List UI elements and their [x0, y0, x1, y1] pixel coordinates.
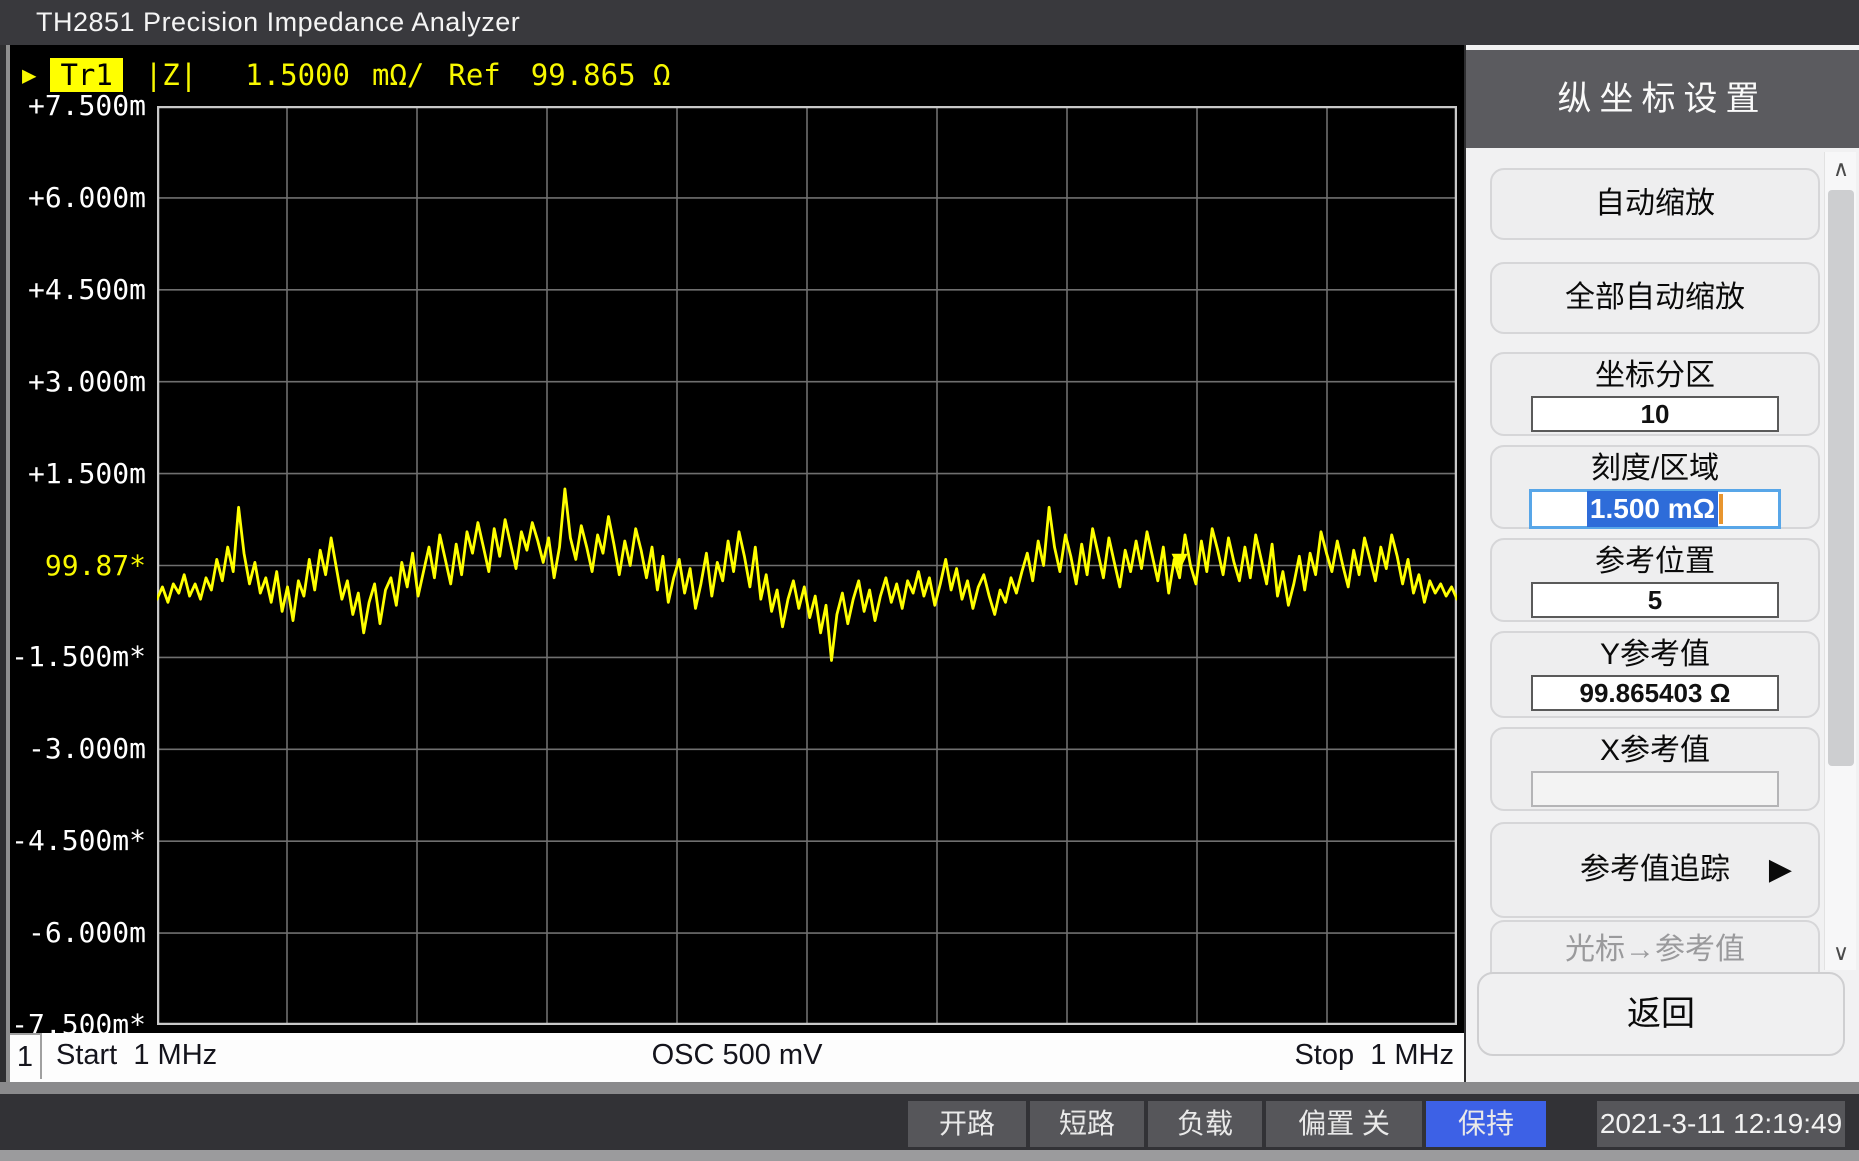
trace-parameter-label[interactable]: |Z|: [145, 58, 197, 92]
open-circuit-button[interactable]: 开路: [908, 1101, 1026, 1147]
trace-info-bar: ▶ Tr1 |Z| 1.5000 mΩ/ Ref 99.865 Ω: [22, 57, 670, 93]
divisions-group: 坐标分区 10: [1490, 352, 1820, 436]
autoscale-button[interactable]: 自动缩放: [1490, 168, 1820, 240]
status-bar: 开路短路负载偏置 关保持 2021-3-11 12:19:49: [0, 1094, 1859, 1150]
y-reference-label: Y参考值: [1492, 638, 1818, 672]
x-reference-input[interactable]: [1531, 771, 1779, 807]
scale-per-division-group: 刻度/区域 1.500 mΩ: [1490, 445, 1820, 529]
y-axis-tick-label: +6.000m: [8, 183, 146, 213]
trace-scale-value: 1.5000: [245, 58, 350, 92]
x-axis-bar: 1 Start 1 MHz OSC 500 mV Stop 1 MHz: [10, 1033, 1464, 1082]
datetime-display: 2021-3-11 12:19:49: [1597, 1101, 1845, 1147]
trace-ref-value: 99.865 Ω: [531, 58, 671, 92]
reference-tracking-button[interactable]: 参考值追踪 ▶: [1490, 822, 1820, 918]
trace-ref-label: Ref: [448, 58, 500, 92]
footer-strip: [0, 1150, 1859, 1161]
y-axis-tick-label: +7.500m: [8, 91, 146, 121]
panel-title: 纵坐标设置: [1466, 50, 1859, 148]
bias-off-button[interactable]: 偏置 关: [1266, 1101, 1422, 1147]
scroll-down-arrow-icon[interactable]: ∨: [1825, 936, 1857, 970]
reference-tracking-label: 参考值追踪: [1580, 853, 1730, 886]
reference-position-label: 参考位置: [1492, 545, 1818, 579]
y-axis-tick-label: -3.000m: [8, 734, 146, 764]
trace-scale-unit: mΩ/: [372, 58, 424, 92]
scale-per-division-label: 刻度/区域: [1492, 452, 1818, 486]
scroll-up-arrow-icon[interactable]: ∧: [1825, 152, 1857, 186]
y-reference-input[interactable]: 99.865403 Ω: [1531, 675, 1779, 711]
y-axis-settings-panel: 纵坐标设置 自动缩放 全部自动缩放 坐标分区 10 刻度/区域 1.500 mΩ…: [1466, 45, 1859, 1082]
title-bar: TH2851 Precision Impedance Analyzer: [0, 0, 1859, 45]
selected-input-text: 1.500 mΩ: [1587, 491, 1718, 527]
status-button-group: 开路短路负载偏置 关保持: [908, 1101, 1546, 1147]
window-title: TH2851 Precision Impedance Analyzer: [36, 7, 520, 37]
active-trace-cursor-icon: ▶: [22, 61, 36, 89]
y-axis-tick-label: -4.500m*: [8, 826, 146, 856]
y-axis-tick-label: 99.87*: [8, 551, 146, 581]
trace-name-badge[interactable]: Tr1: [50, 58, 122, 92]
divider: [0, 1082, 1859, 1094]
reference-position-input[interactable]: 5: [1531, 582, 1779, 618]
hold-button[interactable]: 保持: [1426, 1101, 1546, 1147]
text-caret: [1719, 494, 1723, 524]
y-axis-tick-label: -1.500m*: [8, 642, 146, 672]
trace-plot: [157, 106, 1457, 1025]
stop-frequency-label: Stop 1 MHz: [1294, 1039, 1454, 1072]
y-axis-tick-label: +4.500m: [8, 275, 146, 305]
reference-position-group: 参考位置 5: [1490, 538, 1820, 622]
x-reference-group: X参考值: [1490, 727, 1820, 811]
divisions-input[interactable]: 10: [1531, 396, 1779, 432]
autoscale-all-button[interactable]: 全部自动缩放: [1490, 262, 1820, 334]
y-axis-tick-label: +3.000m: [8, 367, 146, 397]
scrollbar-thumb[interactable]: [1828, 190, 1854, 766]
divisions-label: 坐标分区: [1492, 359, 1818, 393]
y-reference-group: Y参考值 99.865403 Ω: [1490, 631, 1820, 718]
y-axis-labels: +7.500m+6.000m+4.500m+3.000m+1.500m99.87…: [10, 106, 148, 1025]
short-circuit-button[interactable]: 短路: [1030, 1101, 1144, 1147]
y-axis-tick-label: -6.000m: [8, 918, 146, 948]
instrument-screen: ▶ Tr1 |Z| 1.5000 mΩ/ Ref 99.865 Ω +7.500…: [10, 45, 1464, 1082]
y-axis-tick-label: +1.500m: [8, 459, 146, 489]
osc-level-label: OSC 500 mV: [10, 1039, 1464, 1072]
scale-per-division-input[interactable]: 1.500 mΩ: [1529, 489, 1781, 529]
panel-scrollbar[interactable]: ∧ ∨: [1824, 152, 1856, 970]
return-button[interactable]: 返回: [1477, 972, 1845, 1056]
x-reference-label: X参考值: [1492, 734, 1818, 768]
submenu-arrow-icon: ▶: [1769, 824, 1792, 916]
load-button[interactable]: 负载: [1148, 1101, 1262, 1147]
